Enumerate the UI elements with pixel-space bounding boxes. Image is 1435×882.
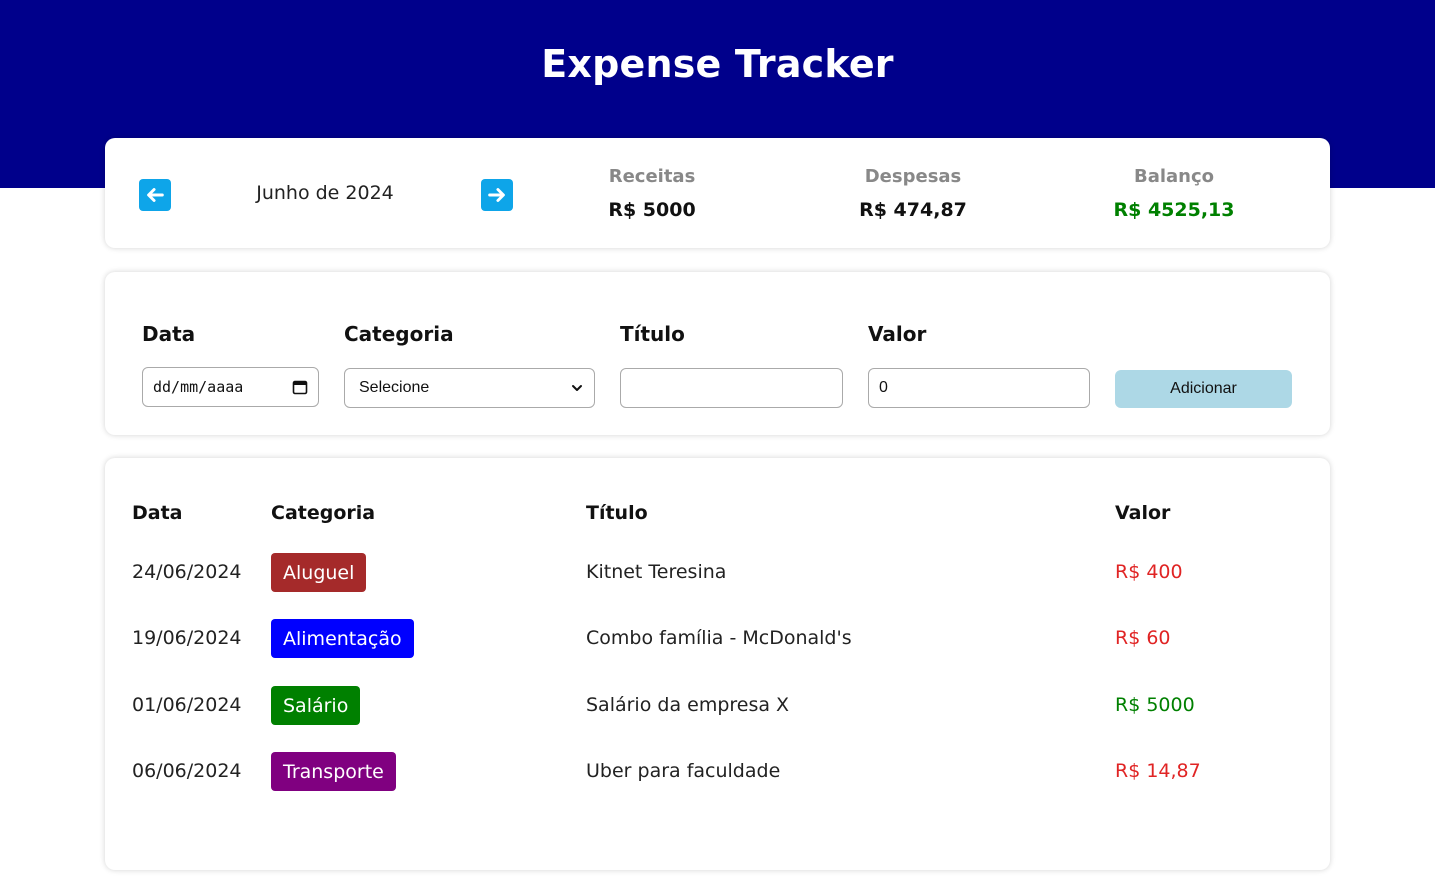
category-label: Categoria (344, 322, 454, 346)
date-placeholder: dd/mm/aaaa (153, 378, 244, 396)
category-select[interactable]: Selecione (344, 368, 595, 408)
category-badge: Transporte (271, 752, 396, 791)
transactions-table: Data Categoria Título Valor 24/06/2024 A… (105, 458, 1330, 870)
current-month: Junho de 2024 (256, 182, 394, 204)
balanco-stat: Balanço R$ 4525,13 (1054, 166, 1294, 221)
next-month-button[interactable] (481, 179, 513, 211)
row-title: Uber para faculdade (586, 760, 781, 782)
header-data: Data (132, 502, 183, 524)
category-badge: Alimentação (271, 619, 414, 658)
receitas-value: R$ 5000 (608, 199, 696, 221)
header-titulo: Título (586, 502, 648, 524)
row-value: R$ 5000 (1115, 694, 1195, 716)
arrow-right-icon (488, 188, 505, 202)
prev-month-button[interactable] (139, 179, 171, 211)
row-title: Kitnet Teresina (586, 561, 727, 583)
row-date: 01/06/2024 (132, 694, 242, 716)
row-date: 24/06/2024 (132, 561, 242, 583)
row-date: 19/06/2024 (132, 627, 242, 649)
row-value: R$ 14,87 (1115, 760, 1201, 782)
row-value: R$ 400 (1115, 561, 1183, 583)
add-expense-form: Data dd/mm/aaaa Categoria Selecione Títu… (105, 272, 1330, 435)
balanco-label: Balanço (1133, 166, 1215, 187)
value-value: 0 (879, 379, 888, 396)
value-field: Valor 0 (868, 322, 1090, 408)
receitas-label: Receitas (608, 166, 696, 187)
despesas-label: Despesas (864, 166, 962, 187)
category-field: Categoria Selecione (344, 322, 595, 408)
app-title: Expense Tracker (541, 42, 894, 86)
header-categoria: Categoria (271, 502, 376, 524)
table-row: 24/06/2024 Aluguel Kitnet Teresina R$ 40… (105, 553, 1330, 593)
chevron-down-icon (572, 385, 582, 391)
table-row: 19/06/2024 Alimentação Combo família - M… (105, 619, 1330, 659)
title-label: Título (620, 322, 685, 346)
summary-card: Junho de 2024 Receitas R$ 5000 Despesas … (105, 138, 1330, 248)
add-button[interactable]: Adicionar (1115, 370, 1292, 408)
receitas-stat: Receitas R$ 5000 (532, 166, 772, 221)
despesas-value: R$ 474,87 (859, 199, 967, 221)
header-valor: Valor (1115, 502, 1171, 524)
category-badge: Aluguel (271, 553, 367, 592)
title-field: Título (620, 322, 843, 408)
date-field: Data dd/mm/aaaa (142, 322, 319, 407)
value-input[interactable]: 0 (868, 368, 1090, 408)
row-date: 06/06/2024 (132, 760, 242, 782)
date-label: Data (142, 322, 196, 346)
date-input[interactable]: dd/mm/aaaa (142, 367, 319, 407)
category-selected: Selecione (359, 379, 430, 396)
calendar-icon[interactable] (292, 379, 308, 395)
balanco-value: R$ 4525,13 (1113, 199, 1235, 221)
arrow-left-icon (147, 188, 164, 202)
row-title: Salário da empresa X (586, 694, 790, 716)
table-row: 01/06/2024 Salário Salário da empresa X … (105, 686, 1330, 726)
title-input[interactable] (620, 368, 843, 408)
category-badge: Salário (271, 686, 361, 725)
despesas-stat: Despesas R$ 474,87 (793, 166, 1033, 221)
table-row: 06/06/2024 Transporte Uber para faculdad… (105, 752, 1330, 792)
value-label: Valor (868, 322, 927, 346)
row-title: Combo família - McDonald's (586, 627, 852, 649)
row-value: R$ 60 (1115, 627, 1171, 649)
